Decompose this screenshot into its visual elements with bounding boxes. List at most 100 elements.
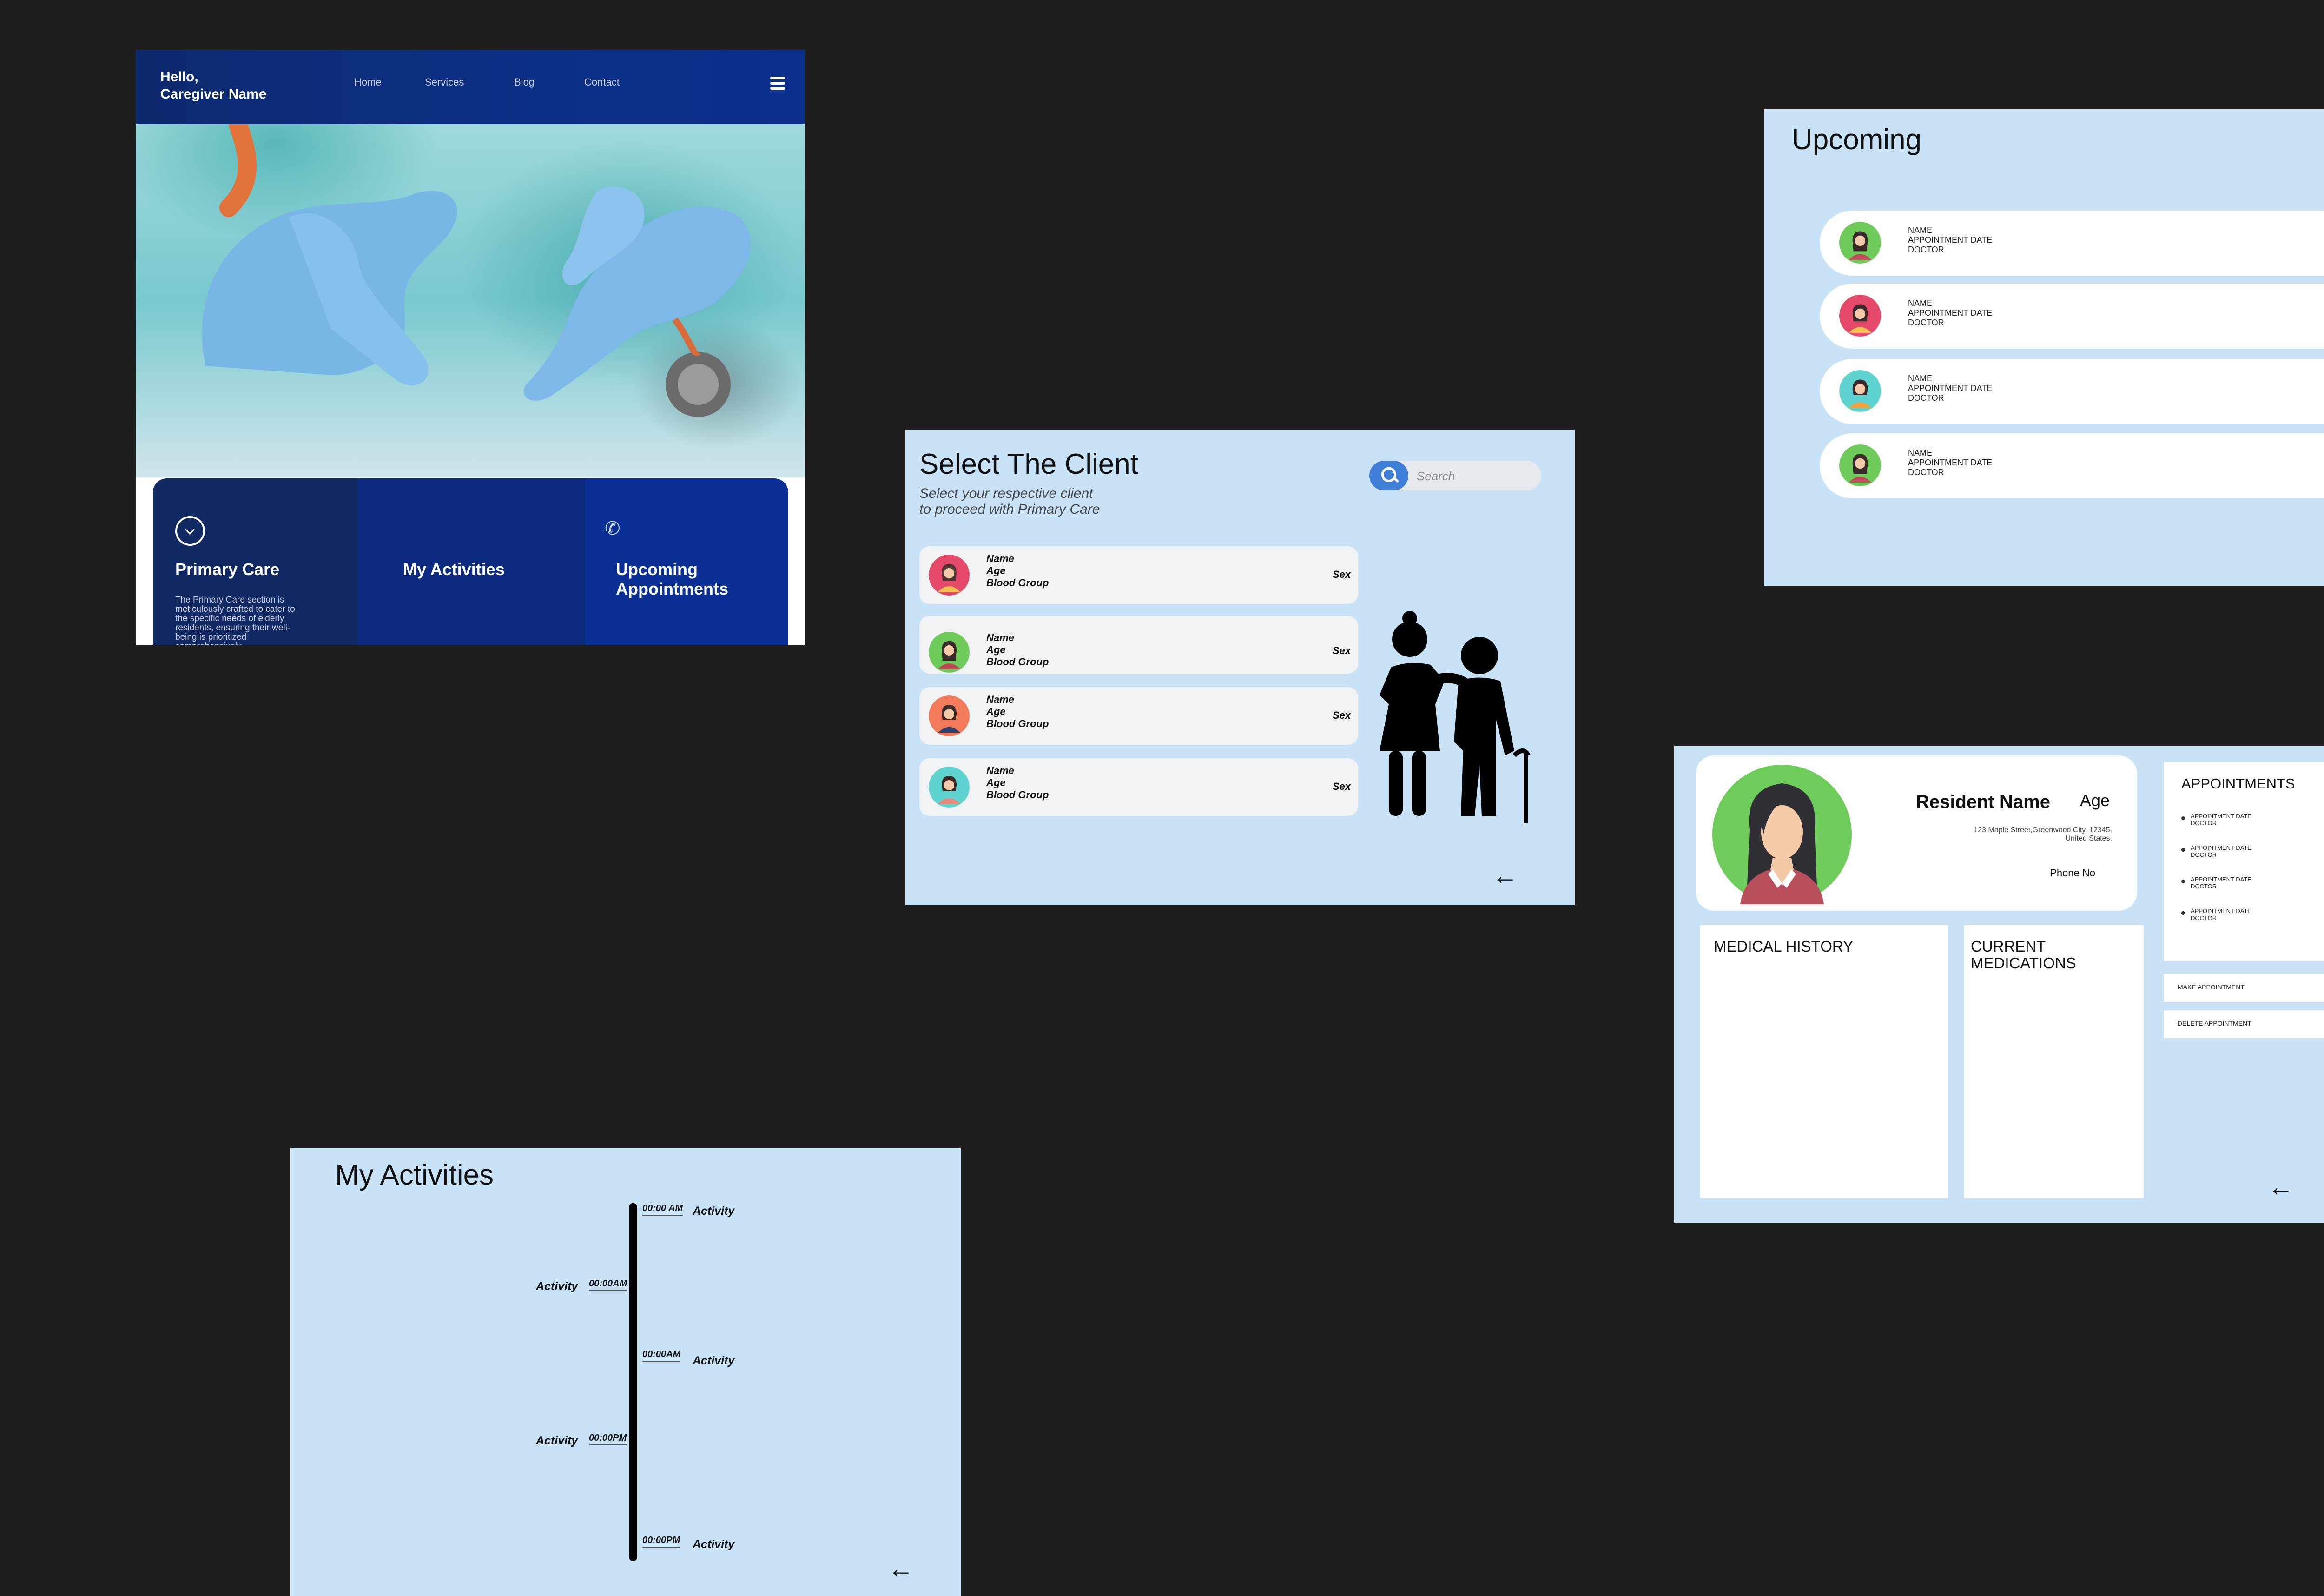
appointment-doctor: DOCTOR [1908, 318, 1944, 327]
timeline-activity[interactable]: Activity [693, 1205, 734, 1218]
upcoming-screen: Upcoming NAME APPOINTMENT DATE DOCTOR NA… [1764, 109, 2324, 586]
hero-image [136, 115, 805, 477]
appointment-row[interactable]: NAME APPOINTMENT DATE DOCTOR [1820, 433, 2324, 498]
client-info: Name Age Blood Group [986, 553, 1049, 589]
appointment-doctor: DOCTOR [2191, 851, 2217, 858]
resident-address: 123 Maple Street,Greenwood City, 12345, … [1880, 826, 2112, 843]
timeline-activity[interactable]: Activity [536, 1434, 578, 1448]
appointment-row[interactable]: NAME APPOINTMENT DATE DOCTOR [1820, 211, 2324, 276]
appointment-doctor: DOCTOR [1908, 393, 1944, 403]
appointment-doctor: DOCTOR [2191, 883, 2217, 890]
subtitle-line-1: Select your respective client [919, 486, 1093, 501]
appointment-info: NAME APPOINTMENT DATE DOCTOR [1908, 225, 1992, 255]
search-icon[interactable] [1369, 461, 1408, 490]
current-medications-line-2: MEDICATIONS [1971, 954, 2076, 972]
client-age: Age [986, 777, 1006, 788]
my-activities-tile[interactable]: My Activities [357, 478, 585, 645]
page-title: My Activities [335, 1159, 494, 1191]
check-circle-icon [175, 516, 205, 546]
client-sex: Sex [1332, 781, 1351, 792]
client-age: Age [986, 565, 1006, 576]
client-row[interactable]: Name Age Blood Group Sex [919, 687, 1358, 745]
current-medications-panel: CURRENT MEDICATIONS [1964, 925, 2144, 1198]
arrow-left-icon[interactable]: ← [1492, 862, 1518, 888]
appointment-row[interactable]: NAME APPOINTMENT DATE DOCTOR [1820, 359, 2324, 424]
appointment-item[interactable]: APPOINTMENT DATE DOCTOR [2181, 907, 2251, 921]
timeline-activity[interactable]: Activity [536, 1280, 578, 1293]
appointments-panel: APPOINTMENTS APPOINTMENT DATE DOCTOR APPO… [2164, 762, 2324, 961]
nav-contact[interactable]: Contact [584, 76, 620, 88]
search-placeholder: Search [1417, 469, 1455, 483]
nav-home[interactable]: Home [354, 76, 382, 88]
appointment-name: NAME [1908, 374, 1933, 383]
appointment-date: APPOINTMENT DATE [2191, 844, 2251, 851]
timeline-time: 00:00PM [642, 1535, 680, 1548]
upcoming-appointments-tile[interactable]: ✆ Upcoming Appointments [585, 478, 788, 645]
avatar [1839, 444, 1881, 486]
timeline-activity[interactable]: Activity [693, 1538, 734, 1551]
timeline-activity[interactable]: Activity [693, 1354, 734, 1368]
make-appointment-button[interactable]: MAKE APPOINTMENT [2164, 974, 2324, 1002]
greeting-hello: Hello, [160, 69, 198, 85]
primary-care-tile[interactable]: Primary Care The Primary Care section is… [153, 478, 357, 645]
resident-age: Age [2080, 791, 2110, 810]
my-activities-title: My Activities [403, 560, 505, 579]
home-screen: Hello, Caregiver Name Home Services Blog… [136, 50, 805, 645]
appointment-info: NAME APPOINTMENT DATE DOCTOR [1908, 448, 1992, 477]
page-title: Upcoming [1792, 124, 1922, 156]
client-row[interactable]: Name Age Blood Group Sex [919, 758, 1358, 816]
avatar [1712, 765, 1852, 904]
appointment-item[interactable]: APPOINTMENT DATE DOCTOR [2181, 876, 2251, 890]
avatar [1839, 295, 1881, 337]
client-age: Age [986, 644, 1006, 656]
client-blood-group: Blood Group [986, 789, 1049, 801]
client-blood-group: Blood Group [986, 656, 1049, 668]
client-row[interactable]: Name Age Blood Group Sex [919, 616, 1358, 674]
avatar [1839, 370, 1881, 412]
phone-icon: ✆ [605, 518, 621, 539]
upcoming-appointments-title: Upcoming Appointments [616, 560, 728, 598]
activities-screen: My Activities 00:00 AM Activity 00:00AM … [290, 1148, 961, 1596]
arrow-left-icon[interactable]: ← [888, 1556, 914, 1582]
appointments-list: APPOINTMENT DATE DOCTOR APPOINTMENT DATE D… [2181, 813, 2251, 939]
avatar [929, 555, 970, 596]
appointment-date: APPOINTMENT DATE [1908, 235, 1993, 245]
page-title: Select The Client [919, 448, 1138, 480]
search-input[interactable]: Search [1369, 461, 1541, 490]
arrow-left-icon[interactable]: ← [2268, 1174, 2294, 1200]
appointment-info: NAME APPOINTMENT DATE DOCTOR [1908, 298, 1992, 328]
nav-blog[interactable]: Blog [514, 76, 535, 88]
resident-card: Resident Name Age 123 Maple Street,Green… [1696, 755, 2137, 911]
client-name: Name [986, 553, 1014, 564]
appointment-item[interactable]: APPOINTMENT DATE DOCTOR [2181, 813, 2251, 827]
appointment-date: APPOINTMENT DATE [2191, 813, 2251, 820]
hamburger-icon[interactable] [770, 77, 785, 91]
client-row[interactable]: Name Age Blood Group Sex [919, 546, 1358, 604]
appointment-row[interactable]: NAME APPOINTMENT DATE DOCTOR [1820, 284, 2324, 349]
medical-history-title: MEDICAL HISTORY [1714, 938, 1854, 955]
appointment-name: NAME [1908, 448, 1933, 457]
nav-services[interactable]: Services [425, 76, 464, 88]
delete-appointment-button[interactable]: DELETE APPOINTMENT [2164, 1010, 2324, 1038]
header-bar: Hello, Caregiver Name Home Services Blog… [136, 50, 805, 124]
primary-care-desc: The Primary Care section is meticulously… [175, 595, 295, 645]
appointment-item[interactable]: APPOINTMENT DATE DOCTOR [2181, 844, 2251, 858]
client-info: Name Age Blood Group [986, 765, 1049, 801]
client-info: Name Age Blood Group [986, 632, 1049, 668]
client-age: Age [986, 706, 1006, 717]
timeline-time: 00:00AM [642, 1349, 681, 1362]
subtitle-line-2: to proceed with Primary Care [919, 502, 1100, 517]
appointment-doctor: DOCTOR [2191, 914, 2217, 921]
page-subtitle: Select your respective client to proceed… [919, 486, 1100, 517]
client-name: Name [986, 694, 1014, 705]
avatar [929, 695, 970, 736]
timeline-time: 00:00AM [589, 1278, 627, 1291]
current-medications-title: CURRENT MEDICATIONS [1971, 938, 2076, 972]
avatar [929, 632, 970, 673]
client-sex: Sex [1332, 709, 1351, 721]
appointment-date: APPOINTMENT DATE [2191, 876, 2251, 883]
primary-care-title: Primary Care [175, 560, 280, 579]
appointment-date: APPOINTMENT DATE [1908, 458, 1993, 467]
timeline-time: 00:00PM [589, 1433, 627, 1445]
avatar [929, 767, 970, 808]
